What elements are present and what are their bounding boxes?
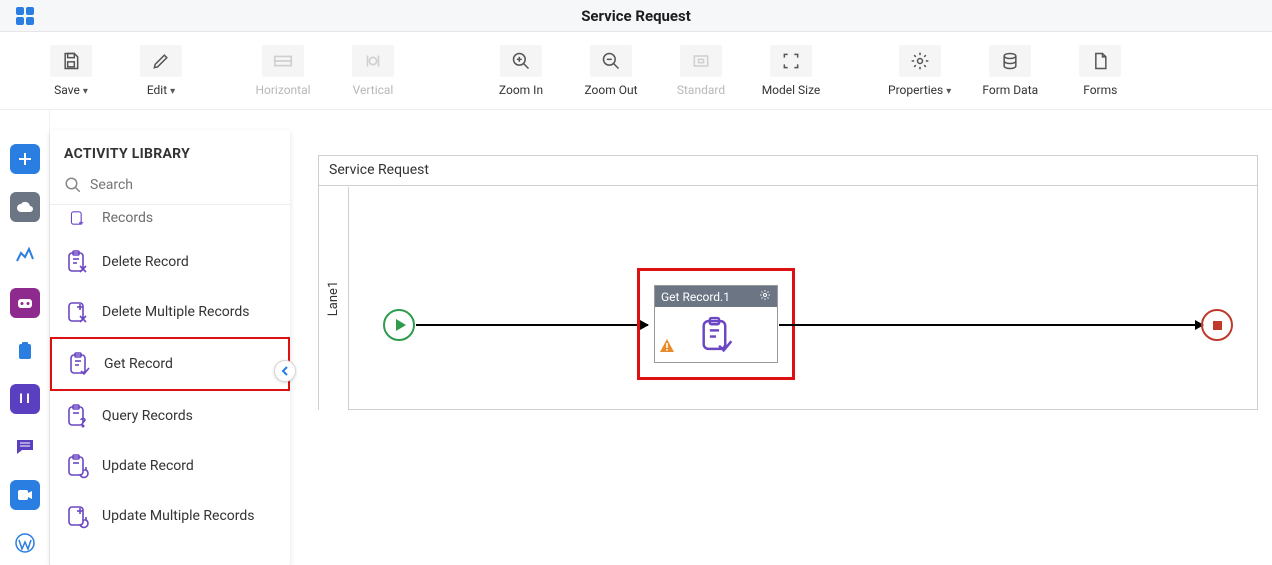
activity-item-delete-record[interactable]: Delete Record	[50, 237, 290, 287]
rail-cloud-icon[interactable]	[10, 192, 40, 222]
panel-collapse-button[interactable]	[274, 360, 296, 382]
activity-item-update-record[interactable]: Update Record	[50, 441, 290, 491]
start-node[interactable]	[383, 309, 415, 341]
save-label: Save	[54, 83, 80, 97]
zoom-in-button[interactable]: Zoom In	[490, 45, 552, 97]
end-node[interactable]	[1201, 309, 1233, 341]
rail-add-button[interactable]	[10, 144, 40, 174]
forms-button[interactable]: Forms	[1069, 45, 1131, 97]
process-canvas[interactable]: Service Request Lane1 Get Record.1	[318, 155, 1258, 410]
horizontal-label: Horizontal	[255, 83, 310, 97]
warning-icon	[659, 338, 675, 358]
rail-bot-icon[interactable]	[10, 288, 40, 318]
clipboard-refresh-multi-icon	[64, 503, 90, 529]
connector-start-to-activity[interactable]	[416, 324, 648, 326]
model-size-label: Model Size	[762, 83, 821, 97]
chevron-down-icon: ▾	[170, 86, 175, 97]
layout-horizontal-button: Horizontal	[252, 45, 314, 97]
activity-node-get-record[interactable]: Get Record.1	[637, 268, 795, 380]
title-bar: Service Request	[0, 0, 1272, 32]
save-button[interactable]: Save▾	[40, 45, 102, 97]
forms-label: Forms	[1083, 83, 1117, 97]
edit-label: Edit	[147, 83, 167, 97]
clipboard-refresh-icon	[64, 453, 90, 479]
activity-item-get-record[interactable]: Get Record	[50, 337, 290, 391]
form-data-label: Form Data	[982, 83, 1038, 97]
clipboard-question-icon	[64, 403, 90, 429]
clipboard-x-icon	[64, 249, 90, 275]
rail-video-icon[interactable]	[10, 480, 40, 510]
search-icon	[64, 176, 82, 194]
page-title: Service Request	[50, 7, 1222, 25]
clipboard-x-multi-icon	[64, 299, 90, 325]
clipboard-check-icon	[696, 315, 736, 355]
lane-body[interactable]: Get Record.1	[349, 187, 1257, 409]
item-label: Update Multiple Records	[102, 508, 255, 525]
app-grid-icon[interactable]	[0, 6, 50, 26]
lane-header[interactable]: Lane1	[319, 187, 349, 410]
activity-item-query-records[interactable]: Query Records	[50, 391, 290, 441]
zoom-standard-button: Standard	[670, 45, 732, 97]
canvas-title: Service Request	[319, 156, 1257, 186]
activity-library-heading: ACTIVITY LIBRARY	[50, 130, 290, 172]
vertical-label: Vertical	[353, 83, 394, 97]
item-label: Update Record	[102, 458, 194, 475]
item-label: Delete Record	[102, 254, 189, 271]
clipboard-plus-icon	[64, 205, 90, 231]
item-label: Get Record	[104, 356, 173, 373]
layout-vertical-button: Vertical	[342, 45, 404, 97]
properties-button[interactable]: Properties▾	[888, 45, 951, 97]
activity-list: Records Delete Record Delete Multiple Re…	[50, 205, 290, 541]
chevron-down-icon: ▾	[946, 86, 951, 97]
clipboard-check-icon	[66, 351, 92, 377]
rail-chat-icon[interactable]	[10, 432, 40, 462]
search-input[interactable]	[90, 177, 276, 193]
chevron-down-icon: ▾	[83, 86, 88, 97]
activity-library-panel: ACTIVITY LIBRARY Records Delete Record D…	[50, 130, 290, 565]
rail-wordpress-icon[interactable]	[10, 528, 40, 558]
activity-item-update-multiple[interactable]: Update Multiple Records	[50, 491, 290, 541]
zoom-out-button[interactable]: Zoom Out	[580, 45, 642, 97]
form-data-button[interactable]: Form Data	[979, 45, 1041, 97]
toolbar: Save▾ Edit▾ Horizontal Vertical Zoom In …	[0, 32, 1272, 110]
item-label: Records	[102, 210, 153, 227]
rail-heading-icon[interactable]: I I	[10, 384, 40, 414]
activity-search[interactable]	[50, 172, 290, 205]
activity-item-delete-multiple[interactable]: Delete Multiple Records	[50, 287, 290, 337]
gear-icon[interactable]	[759, 289, 771, 304]
chevron-left-icon	[280, 366, 290, 376]
zoom-out-label: Zoom Out	[584, 83, 637, 97]
left-rail: I I	[0, 110, 50, 565]
rail-chart-icon[interactable]	[10, 240, 40, 270]
properties-label: Properties	[888, 83, 943, 97]
zoom-in-label: Zoom In	[499, 83, 543, 97]
activity-item-create-multiple[interactable]: Records	[50, 205, 290, 237]
item-label: Delete Multiple Records	[102, 304, 250, 321]
edit-button[interactable]: Edit▾	[130, 45, 192, 97]
rail-clipboard-icon[interactable]	[10, 336, 40, 366]
zoom-model-size-button[interactable]: Model Size	[760, 45, 822, 97]
standard-label: Standard	[677, 83, 725, 97]
activity-node-label: Get Record.1	[661, 290, 730, 304]
connector-activity-to-end[interactable]	[779, 324, 1203, 326]
item-label: Query Records	[102, 408, 193, 425]
lane-label: Lane1	[326, 281, 341, 316]
